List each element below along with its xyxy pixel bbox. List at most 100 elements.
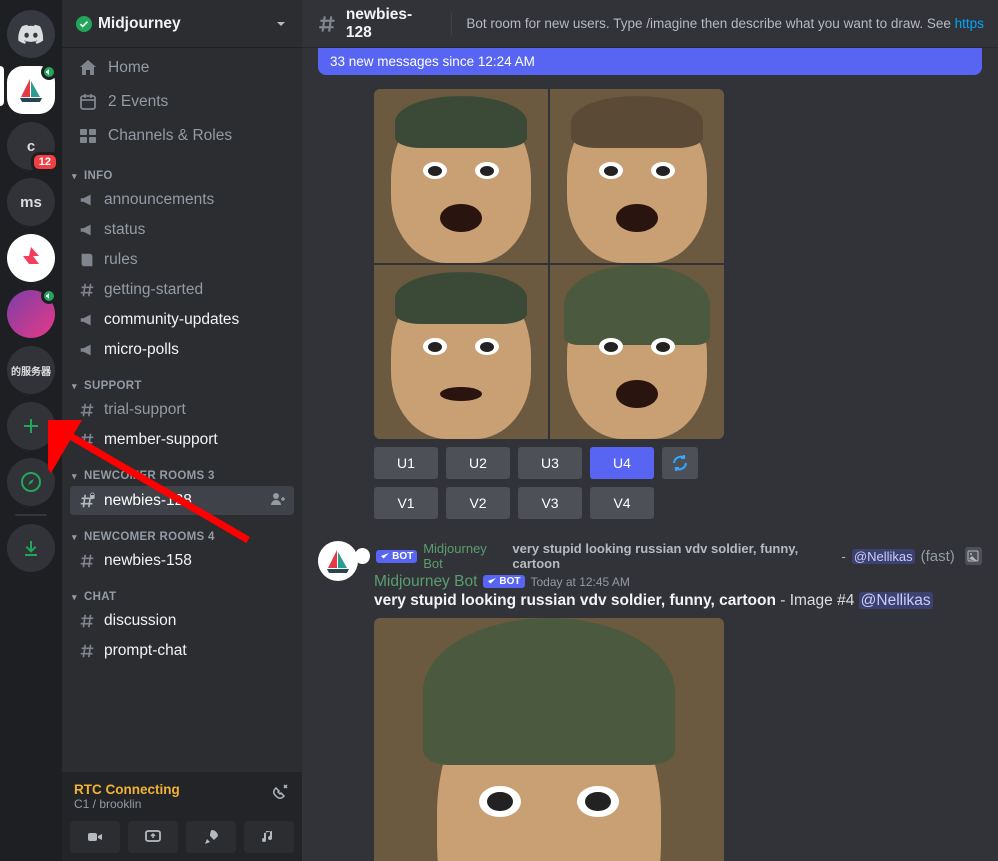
bot-tag: BOT bbox=[376, 550, 417, 563]
reply-mention[interactable]: @Nellikas bbox=[852, 549, 915, 564]
plus-icon bbox=[21, 416, 41, 436]
server-icon-purple[interactable] bbox=[7, 290, 55, 338]
server-icon-f[interactable] bbox=[7, 234, 55, 282]
channel-micro-polls[interactable]: micro-polls bbox=[70, 336, 294, 364]
music-icon bbox=[260, 828, 278, 846]
megaphone-icon bbox=[78, 341, 96, 359]
channel-header: newbies-128 Bot room for new users. Type… bbox=[302, 0, 998, 48]
category-newcomer-3[interactable]: ▾NEWCOMER ROOMS 3 bbox=[70, 454, 294, 484]
unread-badge: 12 bbox=[31, 152, 59, 172]
channel-status[interactable]: status bbox=[70, 216, 294, 244]
rtc-status-row: RTC Connecting C1 / brooklin bbox=[70, 780, 294, 817]
message-content: very stupid looking russian vdv soldier,… bbox=[374, 591, 982, 612]
upscaled-image[interactable] bbox=[374, 618, 724, 861]
author-avatar[interactable] bbox=[318, 541, 358, 581]
channel-topic[interactable]: Bot room for new users. Type /imagine th… bbox=[466, 16, 984, 31]
voice-badge-icon bbox=[41, 288, 57, 304]
variation-row: V1 V2 V3 V4 bbox=[374, 487, 982, 519]
megaphone-icon bbox=[78, 191, 96, 209]
channel-member-support[interactable]: member-support bbox=[70, 426, 294, 454]
megaphone-icon bbox=[78, 221, 96, 239]
server-icon-ms[interactable]: ms bbox=[7, 178, 55, 226]
message-upscale: BOT Midjourney Bot very stupid looking r… bbox=[302, 539, 998, 861]
nav-events[interactable]: 2 Events bbox=[70, 86, 294, 118]
calendar-icon bbox=[78, 92, 98, 112]
topic-link[interactable]: https: bbox=[955, 16, 984, 31]
server-rail: c 12 ms 的服务器 bbox=[0, 0, 62, 861]
channel-newbies-158[interactable]: newbies-158 bbox=[70, 547, 294, 575]
channel-sidebar: Midjourney Home 2 Events Channels & Role… bbox=[62, 0, 302, 861]
channel-rules[interactable]: rules bbox=[70, 246, 294, 274]
v1-button[interactable]: V1 bbox=[374, 487, 438, 519]
channel-trial-support[interactable]: trial-support bbox=[70, 396, 294, 424]
book-icon bbox=[78, 251, 96, 269]
disconnect-button[interactable] bbox=[270, 782, 290, 807]
rtc-status: RTC Connecting bbox=[74, 782, 270, 797]
u3-button[interactable]: U3 bbox=[518, 447, 582, 479]
grid-cell-3 bbox=[374, 265, 548, 439]
refresh-icon bbox=[671, 454, 689, 472]
category-chat[interactable]: ▾CHAT bbox=[70, 575, 294, 605]
main-content: newbies-128 Bot room for new users. Type… bbox=[302, 0, 998, 861]
v2-button[interactable]: V2 bbox=[446, 487, 510, 519]
discord-home-icon[interactable] bbox=[7, 10, 55, 58]
server-header[interactable]: Midjourney bbox=[62, 0, 302, 48]
nav-channels-roles[interactable]: Channels & Roles bbox=[70, 120, 294, 152]
image-attachment-icon bbox=[965, 547, 982, 565]
activity-button[interactable] bbox=[186, 821, 236, 853]
channel-getting-started[interactable]: getting-started bbox=[70, 276, 294, 304]
soundboard-button[interactable] bbox=[244, 821, 294, 853]
reply-text: very stupid looking russian vdv soldier,… bbox=[512, 541, 835, 571]
channel-title: newbies-128 bbox=[346, 6, 438, 42]
message-timestamp: Today at 12:45 AM bbox=[531, 575, 630, 589]
category-newcomer-4[interactable]: ▾NEWCOMER ROOMS 4 bbox=[70, 515, 294, 545]
message-grid: U1 U2 U3 U4 V1 V2 V3 V4 bbox=[302, 83, 998, 521]
channel-prompt-chat[interactable]: prompt-chat bbox=[70, 637, 294, 665]
nav-home[interactable]: Home bbox=[70, 52, 294, 84]
upscale-row: U1 U2 U3 U4 bbox=[374, 447, 982, 479]
create-invite-icon[interactable] bbox=[270, 491, 286, 510]
hash-lock-icon bbox=[78, 492, 96, 510]
screen-icon bbox=[144, 828, 162, 846]
message-scroll[interactable]: 33 new messages since 12:24 AM U1 U2 U3 … bbox=[302, 48, 998, 861]
message-author[interactable]: Midjourney Bot bbox=[374, 573, 477, 591]
add-server-button[interactable] bbox=[7, 402, 55, 450]
nav-label: Channels & Roles bbox=[108, 127, 232, 145]
category-info[interactable]: ▾INFO bbox=[70, 154, 294, 184]
v3-button[interactable]: V3 bbox=[518, 487, 582, 519]
u2-button[interactable]: U2 bbox=[446, 447, 510, 479]
channel-announcements[interactable]: announcements bbox=[70, 186, 294, 214]
server-initial: 的服务器 bbox=[11, 363, 51, 378]
reply-author: Midjourney Bot bbox=[423, 541, 506, 571]
video-button[interactable] bbox=[70, 821, 120, 853]
channel-community-updates[interactable]: community-updates bbox=[70, 306, 294, 334]
header-divider bbox=[451, 13, 452, 35]
grid-cell-1 bbox=[374, 89, 548, 263]
channel-discussion[interactable]: discussion bbox=[70, 607, 294, 635]
v4-button[interactable]: V4 bbox=[590, 487, 654, 519]
reply-indicator[interactable]: BOT Midjourney Bot very stupid looking r… bbox=[318, 541, 982, 571]
reroll-button[interactable] bbox=[662, 447, 698, 479]
server-icon-cjk[interactable]: 的服务器 bbox=[7, 346, 55, 394]
explore-servers-button[interactable] bbox=[7, 458, 55, 506]
voice-badge-icon bbox=[41, 64, 57, 80]
grid-cell-4 bbox=[550, 265, 724, 439]
channel-newbies-128[interactable]: newbies-128 bbox=[70, 486, 294, 515]
channel-list[interactable]: Home 2 Events Channels & Roles ▾INFO ann… bbox=[62, 48, 302, 772]
server-icon-c[interactable]: c 12 bbox=[7, 122, 55, 170]
message-mention[interactable]: @Nellikas bbox=[859, 592, 933, 609]
category-support[interactable]: ▾SUPPORT bbox=[70, 364, 294, 394]
rtc-channel: C1 / brooklin bbox=[74, 797, 270, 811]
rocket-icon bbox=[202, 828, 220, 846]
download-apps-button[interactable] bbox=[7, 524, 55, 572]
image-grid[interactable] bbox=[374, 89, 724, 439]
reply-tail: (fast) bbox=[921, 548, 955, 565]
server-icon-midjourney[interactable] bbox=[7, 66, 55, 114]
u1-button[interactable]: U1 bbox=[374, 447, 438, 479]
screenshare-button[interactable] bbox=[128, 821, 178, 853]
u4-button[interactable]: U4 bbox=[590, 447, 654, 479]
new-messages-bar[interactable]: 33 new messages since 12:24 AM bbox=[318, 48, 982, 75]
nav-label: Home bbox=[108, 59, 149, 77]
verified-badge-icon bbox=[76, 16, 92, 32]
bot-tag: BOT bbox=[483, 575, 524, 588]
